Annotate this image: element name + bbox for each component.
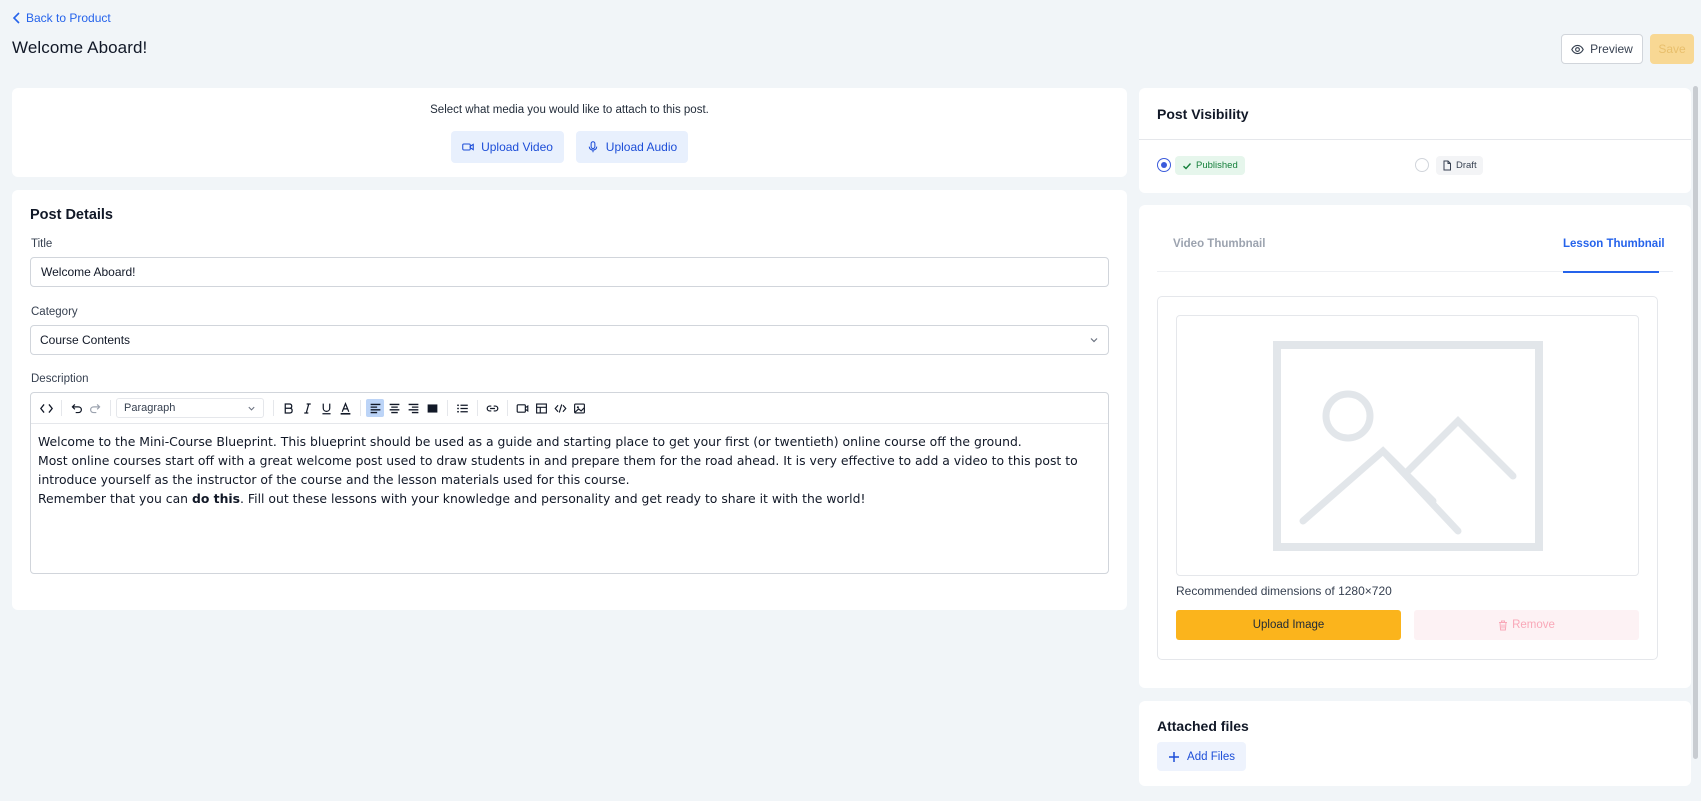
chevron-down-icon bbox=[248, 406, 255, 411]
media-embed-icon[interactable] bbox=[513, 399, 531, 417]
code-icon[interactable] bbox=[551, 399, 569, 417]
align-justify-icon[interactable] bbox=[423, 399, 441, 417]
recommended-dimensions: Recommended dimensions of 1280×720 bbox=[1176, 584, 1392, 598]
title-input[interactable] bbox=[30, 257, 1109, 287]
image-placeholder-icon bbox=[1272, 340, 1543, 551]
paragraph-style-value: Paragraph bbox=[124, 402, 176, 414]
text-color-icon[interactable] bbox=[336, 399, 354, 417]
toolbar-divider bbox=[110, 400, 111, 416]
redo-icon[interactable] bbox=[86, 399, 104, 417]
source-code-icon[interactable] bbox=[37, 399, 55, 417]
draft-label: Draft bbox=[1456, 160, 1477, 171]
upload-video-button[interactable]: Upload Video bbox=[451, 131, 564, 163]
description-text-run: . Fill out these lessons with your knowl… bbox=[240, 491, 866, 506]
microphone-icon bbox=[588, 141, 598, 153]
preview-button[interactable]: Preview bbox=[1561, 34, 1643, 64]
post-visibility-heading: Post Visibility bbox=[1157, 106, 1249, 122]
link-icon[interactable] bbox=[483, 399, 501, 417]
image-insert-icon[interactable] bbox=[570, 399, 588, 417]
toolbar-divider bbox=[477, 400, 478, 416]
eye-icon bbox=[1571, 44, 1584, 54]
media-prompt: Select what media you would like to atta… bbox=[430, 104, 709, 116]
scrollbar[interactable] bbox=[1693, 86, 1698, 759]
category-value: Course Contents bbox=[40, 333, 131, 347]
toolbar-divider bbox=[273, 400, 274, 416]
undo-icon[interactable] bbox=[67, 399, 85, 417]
post-details-heading: Post Details bbox=[30, 207, 113, 223]
align-right-icon[interactable] bbox=[404, 399, 422, 417]
toolbar-divider bbox=[61, 400, 62, 416]
draft-radio[interactable] bbox=[1415, 158, 1429, 172]
published-badge[interactable]: Published bbox=[1175, 156, 1245, 175]
chevron-down-icon bbox=[1090, 338, 1098, 343]
table-icon[interactable] bbox=[532, 399, 550, 417]
remove-image-button[interactable]: Remove bbox=[1414, 610, 1639, 640]
remove-label: Remove bbox=[1512, 619, 1555, 631]
description-bold-run: do this bbox=[191, 491, 241, 506]
toolbar-divider bbox=[360, 400, 361, 416]
active-tab-indicator bbox=[1563, 271, 1659, 273]
add-files-button[interactable]: Add Files bbox=[1157, 742, 1246, 771]
toolbar-divider bbox=[447, 400, 448, 416]
underline-icon[interactable] bbox=[317, 399, 335, 417]
trash-icon bbox=[1499, 620, 1508, 630]
thumbnail-panel: Recommended dimensions of 1280×720 Uploa… bbox=[1157, 296, 1658, 660]
post-visibility-card: Post Visibility Published Draft bbox=[1139, 88, 1691, 193]
save-button[interactable]: Save bbox=[1650, 34, 1694, 64]
description-line: Remember that you can do this. Fill out … bbox=[38, 489, 1101, 508]
divider bbox=[1139, 139, 1691, 140]
bullet-list-icon[interactable] bbox=[453, 399, 471, 417]
toolbar-divider bbox=[507, 400, 508, 416]
description-editor: Paragraph Welcome to the Mini-Course Blu… bbox=[30, 392, 1109, 574]
document-icon bbox=[1443, 160, 1451, 171]
add-files-label: Add Files bbox=[1187, 750, 1235, 763]
image-placeholder[interactable] bbox=[1176, 315, 1639, 576]
chevron-left-icon bbox=[12, 12, 20, 24]
attached-files-card: Attached files Add Files bbox=[1139, 701, 1691, 786]
thumbnail-card: Video Thumbnail Lesson Thumbnail Recomme… bbox=[1139, 205, 1691, 688]
editor-toolbar: Paragraph bbox=[31, 393, 1108, 424]
draft-badge[interactable]: Draft bbox=[1436, 156, 1483, 175]
description-line: Most online courses start off with a gre… bbox=[38, 453, 1078, 487]
tab-lesson-thumbnail[interactable]: Lesson Thumbnail bbox=[1563, 238, 1665, 250]
preview-label: Preview bbox=[1590, 42, 1633, 56]
description-label: Description bbox=[31, 373, 89, 385]
italic-icon[interactable] bbox=[298, 399, 316, 417]
upload-audio-label: Upload Audio bbox=[605, 140, 678, 154]
plus-icon bbox=[1169, 751, 1180, 762]
paragraph-style-select[interactable]: Paragraph bbox=[116, 398, 264, 418]
check-icon bbox=[1183, 162, 1192, 169]
published-label: Published bbox=[1196, 160, 1238, 171]
attached-files-heading: Attached files bbox=[1157, 718, 1249, 734]
title-label: Title bbox=[31, 238, 53, 250]
upload-image-button[interactable]: Upload Image bbox=[1176, 610, 1401, 640]
back-to-product-link[interactable]: Back to Product bbox=[12, 11, 111, 25]
tab-video-thumbnail[interactable]: Video Thumbnail bbox=[1173, 238, 1265, 250]
page-title: Welcome Aboard! bbox=[12, 38, 148, 57]
category-label: Category bbox=[31, 306, 78, 318]
post-details-card: Post Details Title Category Course Conte… bbox=[12, 190, 1127, 610]
upload-audio-button[interactable]: Upload Audio bbox=[576, 131, 688, 163]
align-center-icon[interactable] bbox=[385, 399, 403, 417]
bold-icon[interactable] bbox=[279, 399, 297, 417]
description-text-run: Remember that you can bbox=[38, 491, 192, 506]
description-text[interactable]: Welcome to the Mini-Course Blueprint. Th… bbox=[31, 424, 1108, 516]
upload-video-label: Upload Video bbox=[481, 140, 553, 154]
published-radio[interactable] bbox=[1157, 158, 1171, 172]
back-link-label: Back to Product bbox=[26, 11, 111, 25]
media-attach-card: Select what media you would like to atta… bbox=[12, 88, 1127, 177]
align-left-icon[interactable] bbox=[366, 399, 384, 417]
video-camera-icon bbox=[462, 143, 474, 151]
description-line: Welcome to the Mini-Course Blueprint. Th… bbox=[38, 434, 1022, 449]
category-select[interactable]: Course Contents bbox=[30, 325, 1109, 355]
